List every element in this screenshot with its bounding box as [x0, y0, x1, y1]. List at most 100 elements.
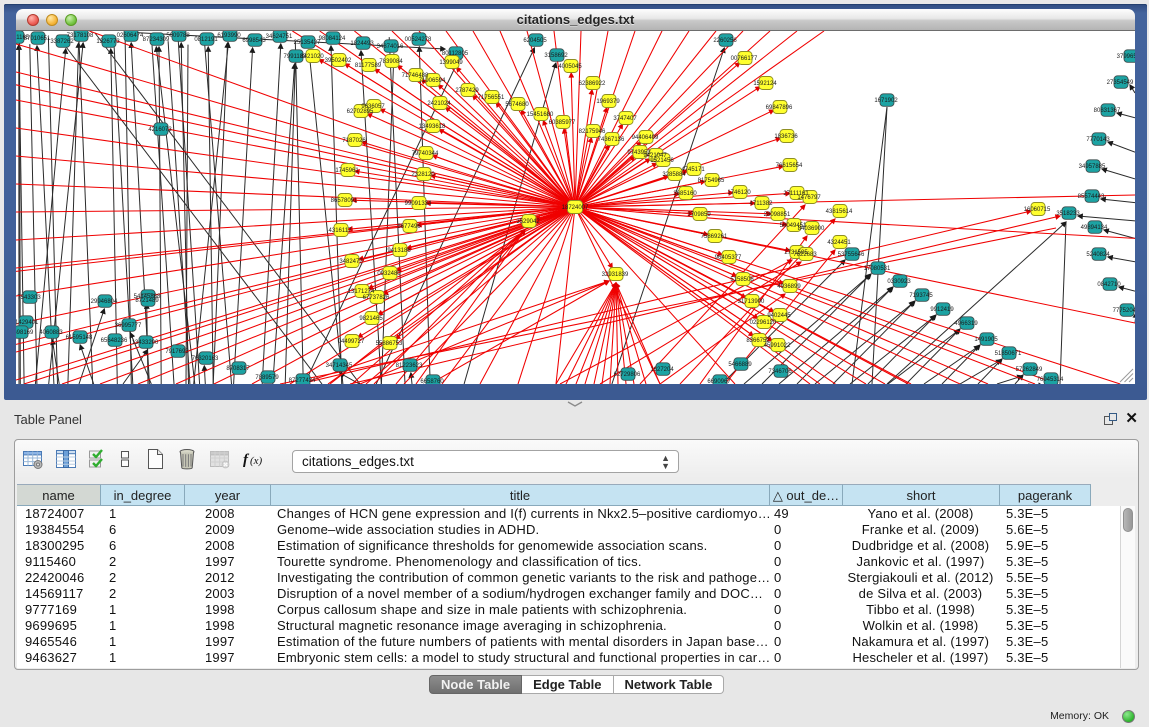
- svg-text:69847896: 69847896: [766, 105, 793, 111]
- svg-text:25135427: 25135427: [294, 40, 321, 46]
- svg-text:80831367: 80831367: [1094, 108, 1121, 114]
- svg-text:60385977: 60385977: [549, 120, 576, 126]
- svg-text:18724007: 18724007: [562, 205, 589, 211]
- svg-text:32931839: 32931839: [602, 272, 629, 278]
- svg-text:4005045: 4005045: [558, 64, 582, 70]
- svg-text:4324451: 4324451: [827, 240, 851, 246]
- svg-text:9521456: 9521456: [650, 158, 674, 164]
- svg-text:3387262: 3387262: [50, 39, 74, 45]
- svg-text:71756551: 71756551: [478, 95, 505, 101]
- svg-text:7839084: 7839084: [379, 59, 403, 65]
- svg-text:73178108: 73178108: [67, 33, 94, 39]
- svg-text:7346706: 7346706: [768, 369, 792, 375]
- svg-text:53755646: 53755646: [838, 252, 865, 258]
- svg-text:76945314: 76945314: [1037, 377, 1064, 383]
- svg-text:5240824: 5240824: [1086, 252, 1110, 258]
- svg-text:6204505: 6204505: [523, 38, 547, 44]
- svg-text:28098851: 28098851: [764, 212, 791, 218]
- svg-text:5158506: 5158506: [730, 277, 754, 283]
- svg-text:4745171: 4745171: [681, 167, 705, 173]
- svg-text:4216073: 4216073: [148, 127, 172, 133]
- svg-text:98084124: 98084124: [319, 36, 346, 42]
- svg-text:3747407: 3747407: [613, 116, 637, 122]
- svg-text:43815614: 43815614: [826, 209, 853, 215]
- svg-text:87277434: 87277434: [289, 378, 316, 384]
- svg-text:4060883: 4060883: [39, 330, 63, 336]
- svg-text:1627204: 1627204: [650, 367, 674, 373]
- svg-text:17080531: 17080531: [864, 266, 891, 272]
- svg-text:1745961: 1745961: [335, 168, 359, 174]
- svg-text:6193990: 6193990: [217, 33, 241, 39]
- svg-text:13433200: 13433200: [132, 340, 159, 346]
- svg-text:55698169: 55698169: [16, 330, 34, 336]
- svg-text:4966319: 4966319: [954, 321, 978, 327]
- svg-text:1326773: 1326773: [96, 39, 120, 45]
- svg-text:0842710: 0842710: [1097, 282, 1121, 288]
- svg-text:1824493: 1824493: [350, 41, 374, 47]
- svg-text:34624751: 34624751: [266, 34, 293, 40]
- svg-text:57262849: 57262849: [1016, 367, 1043, 373]
- svg-text:82175946: 82175946: [579, 129, 606, 135]
- svg-text:9402445: 9402445: [767, 313, 791, 319]
- svg-text:81223623: 81223623: [396, 363, 423, 369]
- svg-text:13493618: 13493618: [419, 124, 446, 130]
- svg-text:75869261: 75869261: [701, 234, 728, 240]
- svg-text:71906594: 71906594: [419, 78, 446, 84]
- svg-text:81177589: 81177589: [355, 63, 382, 69]
- svg-text:96405377: 96405377: [715, 255, 742, 261]
- svg-text:34957885: 34957885: [1079, 164, 1106, 170]
- svg-text:45991022: 45991022: [764, 343, 791, 349]
- svg-text:(x): (x): [250, 455, 263, 467]
- svg-text:80112805: 80112805: [442, 51, 469, 57]
- svg-text:3518233: 3518233: [1056, 211, 1080, 217]
- svg-text:1836736: 1836736: [774, 134, 798, 140]
- svg-text:5009788: 5009788: [166, 33, 190, 39]
- svg-text:f: f: [243, 452, 250, 468]
- svg-text:7622683: 7622683: [793, 252, 817, 258]
- svg-text:04499727: 04499727: [338, 339, 365, 345]
- svg-text:76320163: 76320163: [192, 356, 219, 362]
- svg-text:81754965: 81754965: [698, 178, 725, 184]
- svg-text:86578091: 86578091: [331, 198, 358, 204]
- svg-text:8721489: 8721489: [135, 298, 159, 304]
- svg-text:1399049: 1399049: [439, 60, 463, 66]
- svg-text:36995777: 36995777: [115, 323, 142, 329]
- svg-text:84036900: 84036900: [798, 226, 825, 232]
- svg-text:34874016: 34874016: [377, 44, 404, 50]
- svg-text:2260256: 2260256: [713, 38, 737, 44]
- svg-text:7193745: 7193745: [909, 293, 933, 299]
- svg-text:34714345: 34714345: [326, 363, 353, 369]
- svg-text:01429401: 01429401: [16, 320, 39, 326]
- svg-text:79740344: 79740344: [412, 151, 439, 157]
- svg-text:5674680: 5674680: [505, 102, 529, 108]
- svg-text:3529042: 3529042: [516, 219, 540, 225]
- svg-text:29946804: 29946804: [91, 299, 118, 305]
- svg-text:02296120: 02296120: [750, 320, 777, 326]
- svg-text:4711382: 4711382: [750, 201, 774, 207]
- svg-text:3482477: 3482477: [339, 259, 363, 265]
- svg-text:1671902: 1671902: [874, 98, 898, 104]
- svg-text:74367136: 74367136: [598, 137, 625, 143]
- svg-text:1476797: 1476797: [797, 195, 821, 201]
- svg-text:3709859: 3709859: [687, 212, 711, 218]
- svg-text:9912419: 9912419: [930, 307, 954, 313]
- svg-text:77752047: 77752047: [1113, 308, 1135, 314]
- svg-text:49894134: 49894134: [1081, 225, 1108, 231]
- svg-text:4936899: 4936899: [777, 284, 801, 290]
- svg-text:94406409: 94406409: [632, 135, 659, 141]
- svg-text:1746120: 1746120: [727, 190, 751, 196]
- svg-text:0932480: 0932480: [377, 271, 401, 277]
- svg-text:65648236: 65648236: [101, 338, 128, 344]
- svg-text:6690967: 6690967: [707, 379, 731, 384]
- svg-text:76615654: 76615654: [776, 163, 803, 169]
- svg-text:62386922: 62386922: [579, 81, 606, 87]
- svg-text:8677496: 8677496: [397, 224, 421, 230]
- svg-text:7187026: 7187026: [342, 138, 366, 144]
- svg-text:16060715: 16060715: [1024, 207, 1051, 213]
- svg-text:8708317: 8708317: [226, 366, 250, 372]
- svg-text:39502402: 39502402: [325, 58, 352, 64]
- svg-text:2421024: 2421024: [427, 101, 451, 107]
- svg-text:1491905: 1491905: [974, 337, 998, 343]
- svg-text:67737826: 67737826: [363, 295, 390, 301]
- svg-text:99091334: 99091334: [405, 201, 432, 207]
